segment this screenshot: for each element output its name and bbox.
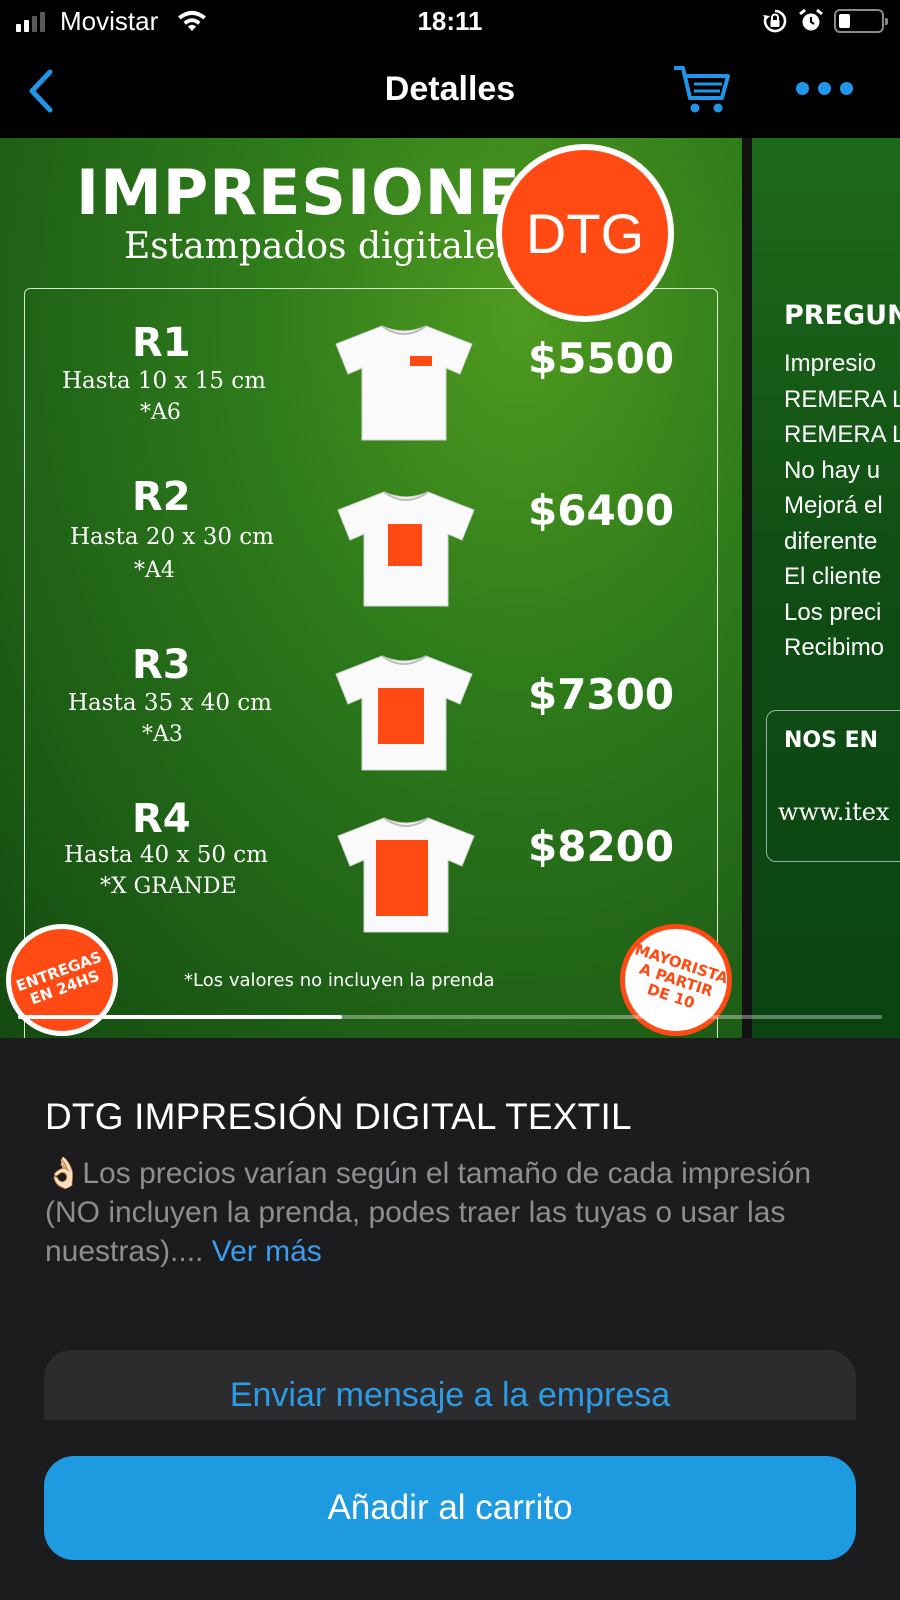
- tshirt-icon: [337, 491, 475, 607]
- row-code: R1: [132, 320, 191, 366]
- promo-subtitle: Estampados digitales: [124, 226, 515, 267]
- contact-box-url: www.itex: [778, 798, 890, 826]
- faq-line: El cliente: [784, 563, 882, 590]
- product-title: DTG IMPRESIÓN DIGITAL TEXTIL: [45, 1096, 632, 1137]
- product-description: 👌🏻Los precios varían según el tamaño de …: [45, 1154, 855, 1271]
- battery-icon: [834, 9, 888, 33]
- faq-line: Mejorá el: [784, 492, 883, 519]
- faq-line: REMERA L: [784, 385, 900, 413]
- faq-line: Recibimo: [784, 634, 885, 661]
- ok-hand-emoji: 👌🏻: [45, 1157, 83, 1190]
- row-format: *A3: [142, 722, 183, 747]
- row-code: R2: [132, 474, 191, 520]
- row-price: $7300: [528, 670, 675, 719]
- dtg-badge: DTG: [496, 144, 674, 322]
- row-size: Hasta 20 x 30 cm: [70, 524, 274, 550]
- status-bar: Movistar 18:11: [0, 0, 900, 46]
- product-image-gallery[interactable]: IMPRESIONES Estampados digitales DTG R1 …: [0, 138, 900, 1038]
- row-size: Hasta 40 x 50 cm: [64, 842, 268, 868]
- gallery-slide-faq[interactable]: PREGUN Impresio REMERA L REMERA L No hay…: [752, 138, 900, 1038]
- faq-line: Los preci: [784, 598, 882, 626]
- more-dots-icon[interactable]: [796, 82, 853, 95]
- wholesale-badge: MAYORISTA A PARTIR DE 10: [620, 924, 732, 1036]
- row-size: Hasta 10 x 15 cm: [62, 368, 266, 394]
- row-size: Hasta 35 x 40 cm: [68, 690, 272, 716]
- row-price: $8200: [528, 822, 675, 871]
- cart-icon[interactable]: [672, 64, 732, 116]
- faq-line: diferente: [784, 527, 878, 555]
- faq-lines: Impresio REMERA L REMERA L No hay u Mejo…: [784, 346, 900, 666]
- tshirt-icon: [335, 325, 473, 441]
- row-format: *X GRANDE: [100, 874, 237, 899]
- gallery-progress-fill: [18, 1015, 342, 1019]
- faq-line: REMERA L: [784, 421, 900, 448]
- navigation-bar: Detalles: [0, 46, 900, 138]
- alarm-icon: [799, 8, 823, 31]
- row-price: $6400: [528, 486, 675, 535]
- gallery-progress-track: [18, 1015, 882, 1019]
- faq-line: No hay u: [784, 456, 881, 484]
- row-code: R4: [132, 796, 191, 842]
- tshirt-icon: [335, 655, 473, 771]
- tshirt-icon: [337, 817, 475, 933]
- rotation-lock-icon: [763, 9, 787, 33]
- row-code: R3: [132, 642, 191, 688]
- promo-title: IMPRESIONES: [76, 156, 567, 229]
- row-format: *A6: [140, 400, 181, 425]
- add-to-cart-button[interactable]: Añadir al carrito: [44, 1456, 856, 1560]
- row-format: *A4: [134, 558, 175, 583]
- product-info-sheet: DTG IMPRESIÓN DIGITAL TEXTIL 👌🏻Los preci…: [0, 1038, 900, 1600]
- faq-line: Impresio: [784, 350, 877, 377]
- row-price: $5500: [528, 334, 675, 383]
- description-text: Los precios varían según el tamaño de ca…: [45, 1157, 812, 1268]
- page-title: Detalles: [384, 70, 516, 108]
- faq-heading: PREGUN: [784, 300, 900, 331]
- disclaimer: *Los valores no incluyen la prenda: [184, 970, 495, 991]
- message-company-button[interactable]: Enviar mensaje a la empresa: [44, 1350, 856, 1420]
- contact-box-title: NOS EN: [784, 728, 879, 753]
- gallery-slide-price-list[interactable]: IMPRESIONES Estampados digitales DTG R1 …: [0, 138, 742, 1038]
- see-more-link[interactable]: Ver más: [212, 1235, 322, 1268]
- delivery-badge: ENTREGAS EN 24HS: [6, 924, 118, 1036]
